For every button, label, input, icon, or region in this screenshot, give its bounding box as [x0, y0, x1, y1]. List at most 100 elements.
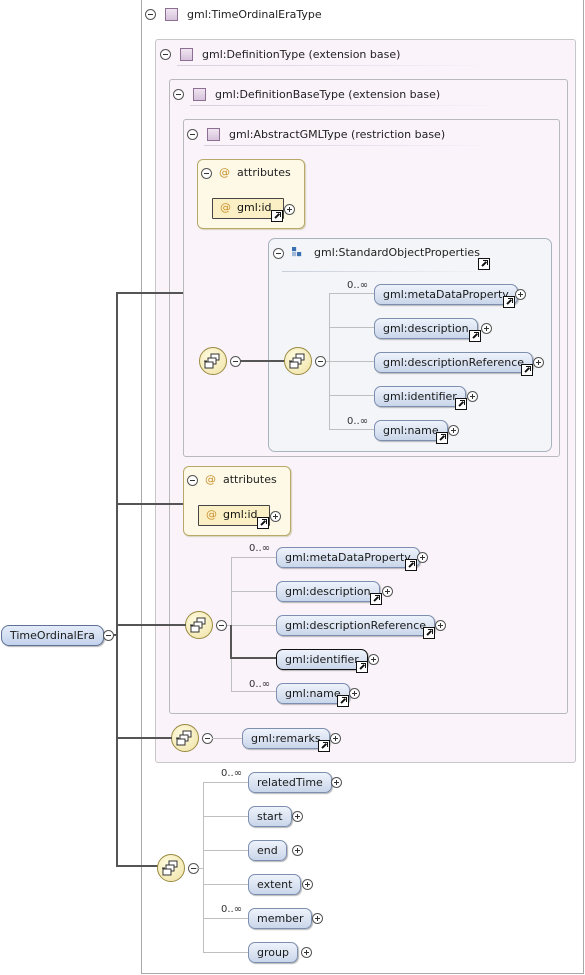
- branch-line: [329, 395, 374, 396]
- expand-toggle[interactable]: [330, 733, 341, 744]
- collapse-toggle[interactable]: [173, 89, 184, 100]
- collapse-toggle[interactable]: [230, 356, 241, 367]
- expand-toggle[interactable]: [301, 947, 312, 958]
- complex-type-icon: [180, 48, 193, 61]
- sequence-compositor-icon[interactable]: [157, 854, 185, 882]
- attributes-label: attributes: [223, 473, 277, 486]
- reference-arrow-icon[interactable]: [423, 627, 435, 639]
- reference-arrow-icon[interactable]: [257, 517, 269, 529]
- branch-line: [203, 816, 248, 817]
- expand-toggle[interactable]: [292, 845, 303, 856]
- sequence-compositor-icon[interactable]: [284, 347, 312, 375]
- complex-type-icon: [207, 128, 220, 141]
- element-related-time[interactable]: relatedTime: [248, 772, 332, 793]
- element-end[interactable]: end: [248, 840, 287, 861]
- expand-toggle[interactable]: [349, 688, 360, 699]
- collapse-toggle[interactable]: [103, 630, 114, 641]
- complex-type-icon: [193, 88, 206, 101]
- type-label: gml:AbstractGMLType (restriction base): [229, 128, 446, 141]
- sequence-compositor-icon[interactable]: [185, 611, 213, 639]
- occurrence-label: 0..∞: [347, 280, 369, 291]
- collapse-toggle[interactable]: [216, 620, 227, 631]
- element-identifier[interactable]: gml:identifier: [374, 386, 466, 407]
- element-group[interactable]: group: [248, 942, 298, 963]
- attribute-name: gml:id: [237, 201, 272, 214]
- reference-arrow-icon[interactable]: [455, 398, 467, 410]
- expand-toggle[interactable]: [382, 586, 393, 597]
- collapse-toggle[interactable]: [315, 356, 326, 367]
- header-divider: [177, 65, 477, 66]
- expand-toggle[interactable]: [292, 811, 303, 822]
- connector-line: [116, 737, 172, 739]
- expand-toggle[interactable]: [481, 323, 492, 334]
- attributes-label: attributes: [237, 166, 291, 179]
- header-divider: [282, 271, 482, 272]
- branch-line: [203, 850, 248, 851]
- connector-line: [116, 292, 183, 294]
- branch-line: [203, 918, 248, 919]
- connector-line: [240, 360, 286, 362]
- branch-line: [203, 782, 204, 952]
- reference-arrow-icon[interactable]: [318, 740, 330, 752]
- element-identifier[interactable]: gml:identifier: [276, 649, 368, 670]
- expand-toggle[interactable]: [515, 289, 526, 300]
- attribute-at-icon: @: [206, 508, 217, 521]
- collapse-toggle[interactable]: [273, 248, 284, 259]
- expand-toggle[interactable]: [448, 425, 459, 436]
- type-label: gml:TimeOrdinalEraType: [187, 8, 322, 21]
- collapse-toggle[interactable]: [145, 9, 156, 20]
- root-element-time-ordinal-era[interactable]: TimeOrdinalEra: [1, 625, 104, 646]
- branch-line: [231, 691, 276, 692]
- collapse-toggle[interactable]: [187, 475, 198, 486]
- reference-arrow-icon[interactable]: [271, 210, 283, 222]
- element-extent[interactable]: extent: [248, 874, 302, 895]
- branch-line: [329, 429, 374, 430]
- sequence-compositor-icon[interactable]: [199, 347, 227, 375]
- expand-toggle[interactable]: [417, 552, 428, 563]
- expand-toggle[interactable]: [435, 620, 446, 631]
- element-start[interactable]: start: [248, 806, 292, 827]
- connector-line: [116, 292, 118, 866]
- element-meta-data-property[interactable]: gml:metaDataProperty: [276, 547, 420, 568]
- expand-toggle[interactable]: [467, 391, 478, 402]
- branch-line: [196, 868, 204, 869]
- branch-line: [231, 591, 276, 592]
- collapse-toggle[interactable]: [201, 168, 212, 179]
- element-description[interactable]: gml:description: [374, 318, 478, 339]
- branch-line: [203, 782, 248, 783]
- reference-arrow-icon[interactable]: [478, 258, 490, 270]
- element-description-reference[interactable]: gml:descriptionReference: [276, 615, 436, 636]
- reference-arrow-icon[interactable]: [370, 593, 382, 605]
- expand-toggle[interactable]: [331, 777, 342, 788]
- group-label: gml:StandardObjectProperties: [314, 246, 480, 259]
- type-label: gml:DefinitionBaseType (extension base): [215, 88, 441, 101]
- sequence-compositor-icon[interactable]: [171, 724, 199, 752]
- reference-arrow-icon[interactable]: [469, 330, 481, 342]
- element-description-reference[interactable]: gml:descriptionReference: [374, 352, 534, 373]
- element-remarks[interactable]: gml:remarks: [242, 728, 330, 749]
- reference-arrow-icon[interactable]: [436, 432, 448, 444]
- header-divider: [204, 145, 484, 146]
- complex-type-icon: [165, 8, 178, 21]
- reference-arrow-icon[interactable]: [356, 661, 368, 673]
- element-member[interactable]: member: [248, 908, 313, 929]
- element-description[interactable]: gml:description: [276, 581, 380, 602]
- reference-arrow-icon[interactable]: [521, 364, 533, 376]
- expand-toggle[interactable]: [302, 879, 313, 890]
- reference-arrow-icon[interactable]: [337, 695, 349, 707]
- expand-toggle[interactable]: [533, 357, 544, 368]
- attribute-at-icon: @: [205, 473, 216, 486]
- expand-toggle[interactable]: [312, 913, 323, 924]
- reference-arrow-icon[interactable]: [503, 296, 515, 308]
- branch-line: [231, 557, 276, 558]
- collapse-toggle[interactable]: [160, 49, 171, 60]
- collapse-toggle[interactable]: [187, 129, 198, 140]
- header-divider: [190, 105, 490, 106]
- reference-arrow-icon[interactable]: [405, 559, 417, 571]
- branch-line: [231, 557, 232, 691]
- expand-toggle[interactable]: [284, 204, 295, 215]
- expand-toggle[interactable]: [368, 654, 379, 665]
- connector-line: [116, 624, 186, 626]
- element-meta-data-property[interactable]: gml:metaDataProperty: [374, 284, 518, 305]
- expand-toggle[interactable]: [270, 511, 281, 522]
